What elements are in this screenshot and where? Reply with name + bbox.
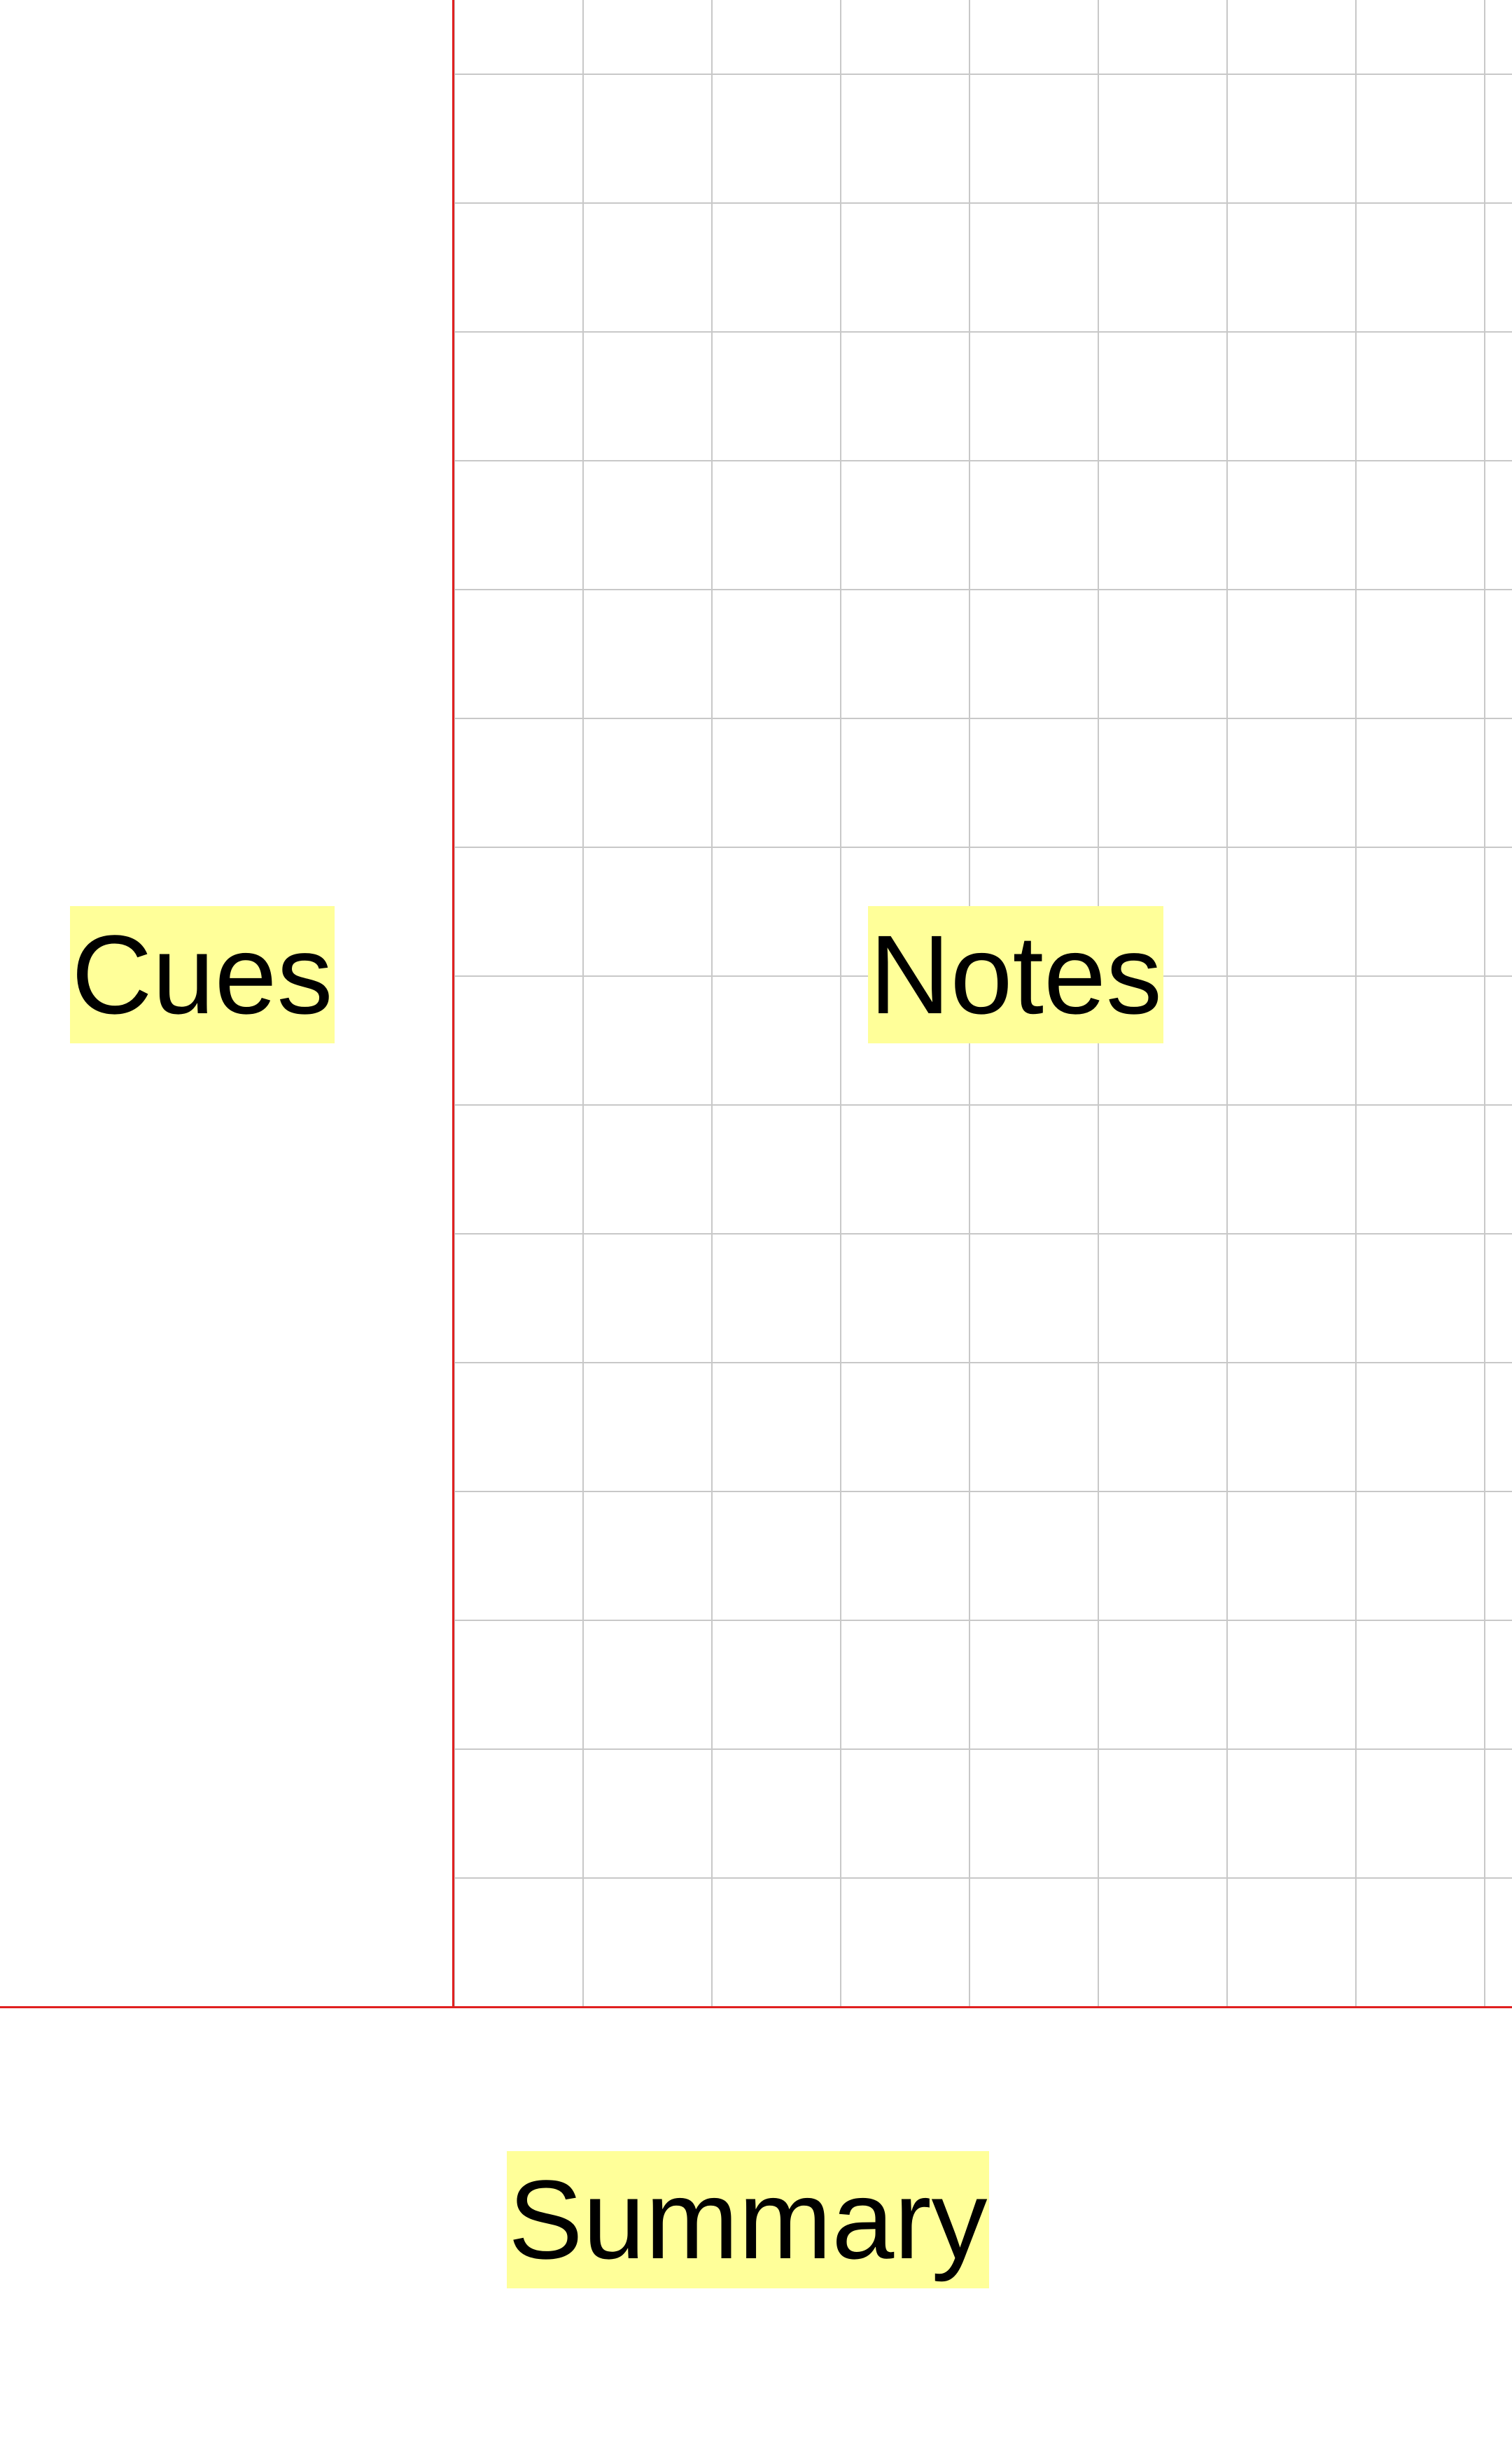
- summary-divider: [0, 2006, 1512, 2008]
- cues-label: Cues: [70, 906, 335, 1043]
- notes-label: Notes: [868, 906, 1163, 1043]
- cues-notes-divider: [452, 0, 454, 2008]
- cornell-notes-page: Cues Notes Summary: [0, 0, 1512, 2448]
- summary-label: Summary: [507, 2151, 989, 2288]
